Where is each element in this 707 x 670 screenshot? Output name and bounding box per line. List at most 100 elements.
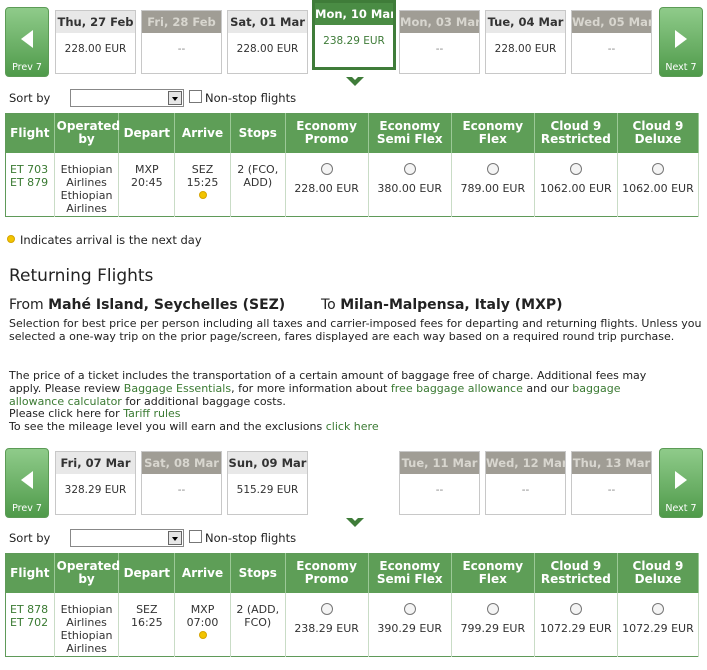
date-option: Mon, 03 Mar --: [399, 10, 480, 74]
non-stop-checkbox[interactable]: [189, 90, 202, 103]
fare-cell: 1062.00 EUR: [534, 152, 618, 216]
mileage-click-here-link[interactable]: click here: [326, 420, 379, 433]
date-price: --: [435, 484, 444, 496]
date-label: Thu, 13 Mar: [572, 452, 651, 474]
fare-price: 1072.29 EUR: [622, 621, 694, 635]
column-header: Flight: [5, 553, 55, 593]
fare-radio[interactable]: [403, 602, 416, 615]
flight-numbers-cell: ET 703 ET 879: [5, 152, 55, 216]
fare-radio[interactable]: [486, 162, 499, 175]
tariff-text: Please click here for: [9, 407, 120, 420]
non-stop-checkbox[interactable]: [189, 530, 202, 543]
fare-radio[interactable]: [320, 162, 333, 175]
baggage-text: and our: [526, 382, 569, 395]
baggage-essentials-link[interactable]: Baggage Essentials: [124, 382, 231, 395]
date-option[interactable]: Sat, 01 Mar 228.00 EUR: [227, 10, 308, 74]
to-place: Milan-Malpensa, Italy (MXP): [340, 297, 563, 313]
fare-price: 238.29 EUR: [294, 621, 359, 635]
date-price: --: [177, 43, 186, 55]
date-price: --: [177, 484, 186, 496]
next-day-dot-icon: [198, 190, 207, 199]
date-price: --: [607, 43, 616, 55]
date-option: Wed, 05 Mar --: [571, 10, 652, 74]
sort-by-label: Sort by: [9, 91, 51, 105]
fare-cell: 1072.29 EUR: [534, 592, 618, 656]
sort-by-select[interactable]: [70, 529, 184, 547]
fare-radio[interactable]: [486, 602, 499, 615]
date-label: Wed, 05 Mar: [572, 11, 651, 33]
date-option: Wed, 12 Mar --: [485, 451, 566, 515]
free-baggage-allowance-link[interactable]: free baggage allowance: [391, 382, 523, 395]
date-price: 328.29 EUR: [64, 484, 127, 496]
date-option[interactable]: Mon, 10 Mar 238.29 EUR: [312, 0, 396, 70]
route-to: To Milan-Malpensa, Italy (MXP): [321, 297, 563, 313]
next-7-button[interactable]: Next 7: [659, 7, 703, 77]
fare-radio[interactable]: [569, 602, 582, 615]
column-header: Economy Flex: [451, 553, 535, 593]
to-label: To: [321, 297, 336, 313]
fare-radio[interactable]: [320, 602, 333, 615]
next-7-label: Next 7: [665, 62, 697, 73]
date-label: Mon, 03 Mar: [400, 11, 479, 33]
tariff-rules-link[interactable]: Tariff rules: [123, 407, 180, 420]
date-price: --: [521, 484, 530, 496]
fare-cell: 380.00 EUR: [368, 152, 452, 216]
column-header: Flight: [5, 113, 55, 153]
fare-radio[interactable]: [569, 162, 582, 175]
fare-price: 228.00 EUR: [294, 181, 359, 195]
sort-by-select[interactable]: [70, 89, 184, 107]
from-label: From: [9, 297, 44, 313]
arrive-cell: SEZ 15:25: [174, 152, 231, 216]
prev-7-button[interactable]: Prev 7: [5, 7, 49, 77]
operated-by-cell: Ethiopian Airlines Ethiopian Airlines: [54, 592, 120, 656]
fare-radio[interactable]: [403, 162, 416, 175]
fare-price: 789.00 EUR: [460, 181, 526, 195]
date-option[interactable]: Tue, 04 Mar 228.00 EUR: [485, 10, 566, 74]
column-header: Economy Semi Flex: [368, 113, 452, 153]
stops-cell: 2 (FCO, ADD): [230, 152, 286, 216]
date-price: 228.00 EUR: [236, 43, 299, 55]
date-option[interactable]: Sun, 09 Mar 515.29 EUR: [227, 451, 308, 515]
date-label: Sat, 08 Mar: [142, 452, 221, 474]
column-header: Arrive: [174, 553, 231, 593]
date-label: Thu, 27 Feb: [56, 11, 135, 33]
operated-by-cell: Ethiopian Airlines Ethiopian Airlines: [54, 152, 120, 216]
fare-radio[interactable]: [651, 602, 664, 615]
date-price: 515.29 EUR: [236, 484, 299, 496]
mileage-line: To see the mileage level you will earn a…: [9, 420, 707, 433]
date-option: Thu, 13 Mar --: [571, 451, 652, 515]
fare-price: 390.29 EUR: [377, 621, 443, 635]
prev-7-label: Prev 7: [12, 62, 42, 73]
date-price: --: [435, 43, 444, 55]
arrive-text: SEZ 15:25: [186, 162, 219, 189]
date-price: 228.00 EUR: [494, 43, 557, 55]
column-header: Economy Promo: [285, 113, 369, 153]
fare-radio[interactable]: [651, 162, 664, 175]
flight-number-link[interactable]: ET 878: [10, 603, 48, 616]
date-option: Fri, 28 Feb --: [141, 10, 222, 74]
depart-cell: SEZ 16:25: [118, 592, 176, 656]
flight-number-link[interactable]: ET 702: [10, 616, 48, 629]
inbound-flights-table: Flight Operated by Depart Arrive Stops Econom…: [5, 553, 700, 657]
prev-7-button[interactable]: Prev 7: [5, 448, 49, 518]
selected-pointer-icon: [346, 515, 364, 527]
date-option[interactable]: Thu, 27 Feb 228.00 EUR: [55, 10, 136, 74]
column-header: Economy Semi Flex: [368, 553, 452, 593]
left-arrow-icon: [21, 30, 33, 48]
fare-cell: 1062.00 EUR: [617, 152, 700, 216]
date-label: Tue, 11 Mar: [400, 452, 479, 474]
fare-price: 1062.00 EUR: [540, 181, 612, 195]
next-day-dot-icon: [198, 630, 207, 639]
date-price: --: [607, 484, 616, 496]
flight-number-link[interactable]: ET 879: [10, 176, 48, 189]
next-day-dot-icon: [7, 235, 15, 243]
column-header: Operated by: [54, 553, 120, 593]
date-price: 228.00 EUR: [64, 43, 127, 55]
next-7-button[interactable]: Next 7: [659, 448, 703, 518]
flight-number-link[interactable]: ET 703: [10, 163, 48, 176]
baggage-text: , for more information about: [231, 382, 388, 395]
date-option[interactable]: Fri, 07 Mar 328.29 EUR: [55, 451, 136, 515]
from-place: Mahé Island, Seychelles (SEZ): [48, 297, 286, 313]
column-header: Arrive: [174, 113, 231, 153]
column-header: Cloud 9 Restricted: [534, 553, 618, 593]
